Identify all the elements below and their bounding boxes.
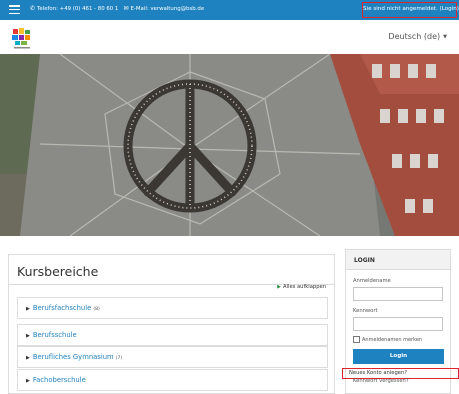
username-label: Anmeldename [353, 278, 391, 284]
email-text: E-Mail: verwaltung@bsb.de [130, 6, 205, 12]
hamburger-icon[interactable] [9, 5, 20, 15]
site-header: Deutsch (de) ▼ [0, 20, 459, 54]
category-label: Fachoberschule [32, 376, 86, 384]
top-navbar: ✆ Telefon: +49 (0) 461 - 80 60 1 ✉ E-Mail:… [0, 0, 459, 20]
password-input[interactable] [353, 317, 443, 331]
category-count: (8) [93, 307, 100, 312]
triangle-right-icon: ▶ [277, 284, 282, 290]
login-header: LOGIN [346, 250, 450, 270]
remember-checkbox[interactable] [353, 336, 360, 343]
forgot-password-link[interactable]: Kennwort vergessen? [353, 378, 409, 384]
login-button[interactable]: Login [353, 349, 444, 364]
expand-all-link[interactable]: ▶ Alles aufklappen [277, 284, 326, 290]
category-item[interactable]: ▶ Berufsfachschule (8) [17, 297, 328, 319]
chevron-right-icon: ▶ [26, 333, 30, 339]
page-title: Kursbereiche [17, 264, 99, 279]
phone-icon: ✆ [30, 5, 36, 12]
category-label: Berufliches Gymnasium [32, 353, 114, 361]
category-link[interactable]: ▶ Berufsfachschule (8) [26, 304, 100, 312]
course-categories-card: Kursbereiche ▶ Alles aufklappen ▶ Berufsfa… [8, 254, 335, 394]
hero-image [0, 54, 459, 236]
language-selector[interactable]: Deutsch (de) ▼ [388, 32, 447, 41]
category-count: (7) [115, 356, 123, 361]
phone-text: Telefon: +49 (0) 461 - 80 60 1 [37, 6, 119, 12]
category-label: Berufsfachschule [32, 304, 92, 312]
category-link[interactable]: ▶ Fachoberschule [26, 376, 88, 384]
category-label: Berufsschule [32, 331, 77, 339]
category-link[interactable]: ▶ Berufsschule [26, 331, 79, 339]
password-label: Kennwort [353, 308, 378, 314]
mail-icon: ✉ [123, 5, 129, 12]
expand-all-label: Alles aufklappen [283, 284, 326, 290]
chevron-right-icon: ▶ [26, 355, 30, 361]
chevron-right-icon: ▶ [26, 378, 30, 384]
remember-label: Anmeldenamen merken [362, 337, 423, 343]
category-item[interactable]: ▶ Berufliches Gymnasium (7) [17, 346, 328, 368]
new-account-link[interactable]: Neues Konto anlegen? [349, 370, 407, 376]
contact-info: ✆ Telefon: +49 (0) 461 - 80 60 1 ✉ E-Mail:… [30, 5, 204, 12]
login-title: LOGIN [354, 257, 375, 264]
login-status-link[interactable]: Sie sind nicht angemeldet. (Login) [362, 2, 459, 18]
school-logo[interactable] [12, 28, 32, 50]
username-input[interactable] [353, 287, 443, 301]
category-item[interactable]: ▶ Berufsschule [17, 324, 328, 346]
category-link[interactable]: ▶ Berufliches Gymnasium (7) [26, 353, 122, 361]
language-label: Deutsch (de) [388, 32, 441, 41]
caret-down-icon: ▼ [443, 33, 447, 40]
category-item[interactable]: ▶ Fachoberschule [17, 369, 328, 391]
chevron-right-icon: ▶ [26, 306, 30, 312]
